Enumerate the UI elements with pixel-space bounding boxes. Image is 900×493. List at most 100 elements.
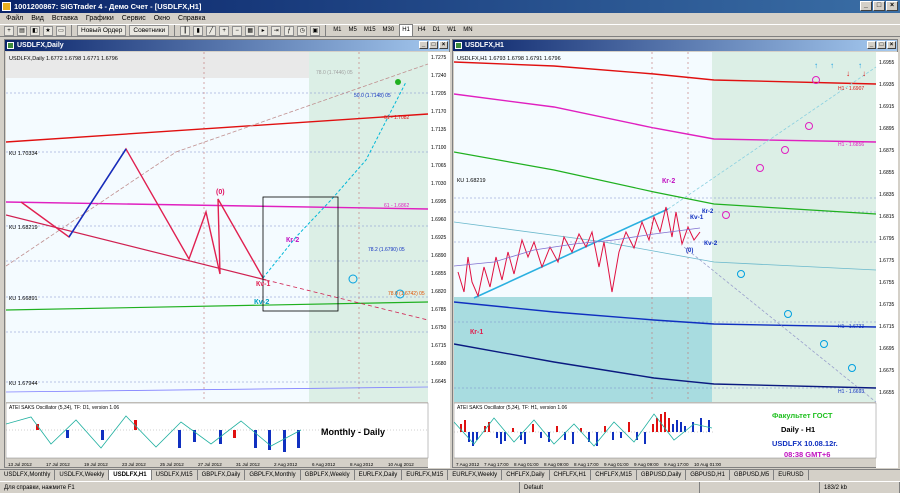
navigator-icon[interactable]: ★ (43, 25, 53, 36)
chart-minimize-button[interactable]: _ (867, 41, 876, 49)
svg-text:1.7275: 1.7275 (431, 55, 447, 61)
h1-time-axis: 7 Aug 2012 7 Aug 17:00 8 Aug 01:00 8 Aug… (456, 462, 722, 467)
chart-tab[interactable]: CHFLFX,M15 (591, 470, 637, 480)
chart-tab[interactable]: CHFLFX,Daily (502, 470, 550, 480)
zoom-in-icon[interactable]: + (219, 25, 230, 36)
chart-close-button[interactable]: × (439, 41, 448, 49)
svg-text:1.6835: 1.6835 (879, 192, 895, 198)
level-label-2: КU 1.68219 (9, 225, 38, 231)
tf-m15[interactable]: M15 (362, 25, 378, 36)
svg-text:1.6785: 1.6785 (431, 307, 447, 313)
bar-chart-icon[interactable]: ┃ (180, 25, 191, 36)
tf-d1[interactable]: D1 (431, 25, 443, 36)
status-help-text: Для справки, нажмите F1 (0, 482, 520, 493)
chart-tab[interactable]: GBPUSD,Daily (637, 470, 687, 480)
maximize-button[interactable]: □ (873, 1, 885, 11)
h1-level-label-2: H1 - 1.6907 (838, 86, 864, 92)
chart-tab-active[interactable]: USDLFX,H1 (109, 470, 152, 480)
svg-text:9 Aug 17:00: 9 Aug 17:00 (664, 462, 689, 467)
chart-maximize-button[interactable]: □ (877, 41, 886, 49)
svg-text:↑: ↑ (814, 61, 818, 70)
menu-charts[interactable]: Графики (86, 13, 114, 24)
chart-shift-icon[interactable]: ⇥ (271, 25, 282, 36)
daily-chart-canvas[interactable]: (0) Кv-1 Кv-2 Кr-2 USDLFX,Daily 1.6772 1… (6, 52, 450, 468)
svg-text:1.7030: 1.7030 (431, 181, 447, 187)
chart-tab[interactable]: CHFLFX,H1 (550, 470, 592, 480)
candle-chart-icon[interactable]: ▮ (193, 25, 204, 36)
chart-tab[interactable]: USDLFX,Weekly (55, 470, 110, 480)
templates-icon[interactable]: ▣ (310, 25, 321, 36)
chart-tab[interactable]: GBPUSD,M5 (730, 470, 775, 480)
chart-tabs-bar: USDLFX,Monthly USDLFX,Weekly USDLFX,H1 U… (0, 469, 900, 480)
chart-tab[interactable]: GBPLFX,Daily (198, 470, 246, 480)
tile-windows-icon[interactable]: ▦ (245, 25, 256, 36)
chart-tab[interactable]: GBPLFX,Monthly (245, 470, 301, 480)
chart-tab[interactable]: USDLFX,M15 (152, 470, 198, 480)
chart-tab[interactable]: EURLFX,M15 (402, 470, 449, 480)
expert-advisors-button[interactable]: Советники (129, 25, 170, 36)
minimize-button[interactable]: _ (860, 1, 872, 11)
wave-label-kr2: Кr-2 (286, 237, 299, 244)
chart-tab[interactable]: USDLFX,Monthly (0, 470, 56, 480)
chart-minimize-button[interactable]: _ (419, 41, 428, 49)
tf-h1[interactable]: H1 (399, 24, 413, 37)
svg-text:1.6955: 1.6955 (879, 60, 895, 66)
level-label-3: КU 1.66891 (9, 296, 38, 302)
h1-wave-label-kr1: Кr-1 (470, 329, 483, 336)
svg-text:1.6735: 1.6735 (879, 302, 895, 308)
indicators-icon[interactable]: ƒ (284, 25, 295, 36)
menu-help[interactable]: Справка (178, 13, 205, 24)
h1-wave-label-kv1: Кv-1 (690, 214, 704, 221)
chart-tab[interactable]: EURUSD (774, 470, 809, 480)
svg-text:27 Jul 2012: 27 Jul 2012 (198, 462, 222, 467)
tf-w1[interactable]: W1 (445, 25, 458, 36)
zoom-out-icon[interactable]: − (232, 25, 243, 36)
chart-tab[interactable]: GBPLFX,Weekly (301, 470, 355, 480)
tf-h4[interactable]: H4 (416, 25, 428, 36)
chart-close-button[interactable]: × (887, 41, 896, 49)
menu-file[interactable]: Файл (6, 13, 23, 24)
promo-line-2: Daily - H1 (781, 425, 815, 434)
chart-tab[interactable]: EURLFX,Weekly (448, 470, 503, 480)
wave-label-kv2: Кv-2 (254, 297, 269, 306)
svg-text:1.6795: 1.6795 (879, 236, 895, 242)
fib-label-6: 78.0 (1.7446) 05 (316, 70, 353, 76)
svg-text:1.6755: 1.6755 (879, 280, 895, 286)
menu-window[interactable]: Окно (154, 13, 170, 24)
tf-mn[interactable]: MN (461, 25, 474, 36)
h1-chart-canvas[interactable]: Кr-2 Кv-1 Кv-2 Кr-2 Кr-1 (0) USDLFX,H1 1… (454, 52, 898, 468)
chart-window-title[interactable]: USDLFX,H1 _ □ × (453, 40, 897, 51)
profiles-icon[interactable]: ▤ (17, 25, 27, 36)
periods-icon[interactable]: ◷ (297, 25, 308, 36)
menu-insert[interactable]: Вставка (52, 13, 78, 24)
svg-text:1.6820: 1.6820 (431, 289, 447, 295)
close-button[interactable]: × (886, 1, 898, 11)
new-order-button[interactable]: Новый Ордер (77, 25, 127, 36)
terminal-icon[interactable]: ▭ (56, 25, 66, 36)
menu-tools[interactable]: Сервис (122, 13, 146, 24)
chart-window-h1[interactable]: USDLFX,H1 _ □ × Кr-2 Кv-1 Кv-2 Кr-2 Кr-1… (452, 39, 898, 468)
autoscroll-icon[interactable]: ▸ (258, 25, 269, 36)
svg-text:↓: ↓ (862, 69, 866, 78)
chart-maximize-button[interactable]: □ (429, 41, 438, 49)
h1-wave-label-zero: (0) (686, 248, 693, 254)
line-chart-icon[interactable]: ╱ (206, 25, 217, 36)
new-chart-icon[interactable]: + (4, 25, 14, 36)
h1-wave-label-kr2-small: Кr-2 (702, 209, 714, 215)
chart-icon (455, 42, 462, 49)
svg-text:1.6935: 1.6935 (879, 82, 895, 88)
svg-text:1.6715: 1.6715 (431, 343, 447, 349)
svg-text:1.6655: 1.6655 (879, 390, 895, 396)
chart-tab[interactable]: GBPUSD,H1 (686, 470, 730, 480)
h1-level-label-4: H1 - 1.6733 (838, 324, 864, 330)
chart-window-daily[interactable]: USDLFX,Daily _ □ × (0) Кv-1 Кv-2 Кr-2 US… (4, 39, 450, 468)
tf-m5[interactable]: M5 (347, 25, 359, 36)
chart-window-title[interactable]: USDLFX,Daily _ □ × (5, 40, 449, 51)
market-watch-icon[interactable]: ◧ (30, 25, 40, 36)
fib-label-5: 78.0 (1.6742) 05 (388, 291, 425, 297)
tf-m30[interactable]: M30 (381, 25, 397, 36)
tf-m1[interactable]: M1 (331, 25, 343, 36)
menu-view[interactable]: Вид (31, 13, 44, 24)
chart-tab[interactable]: EURLFX,Daily (355, 470, 403, 480)
svg-text:1.6680: 1.6680 (431, 361, 447, 367)
